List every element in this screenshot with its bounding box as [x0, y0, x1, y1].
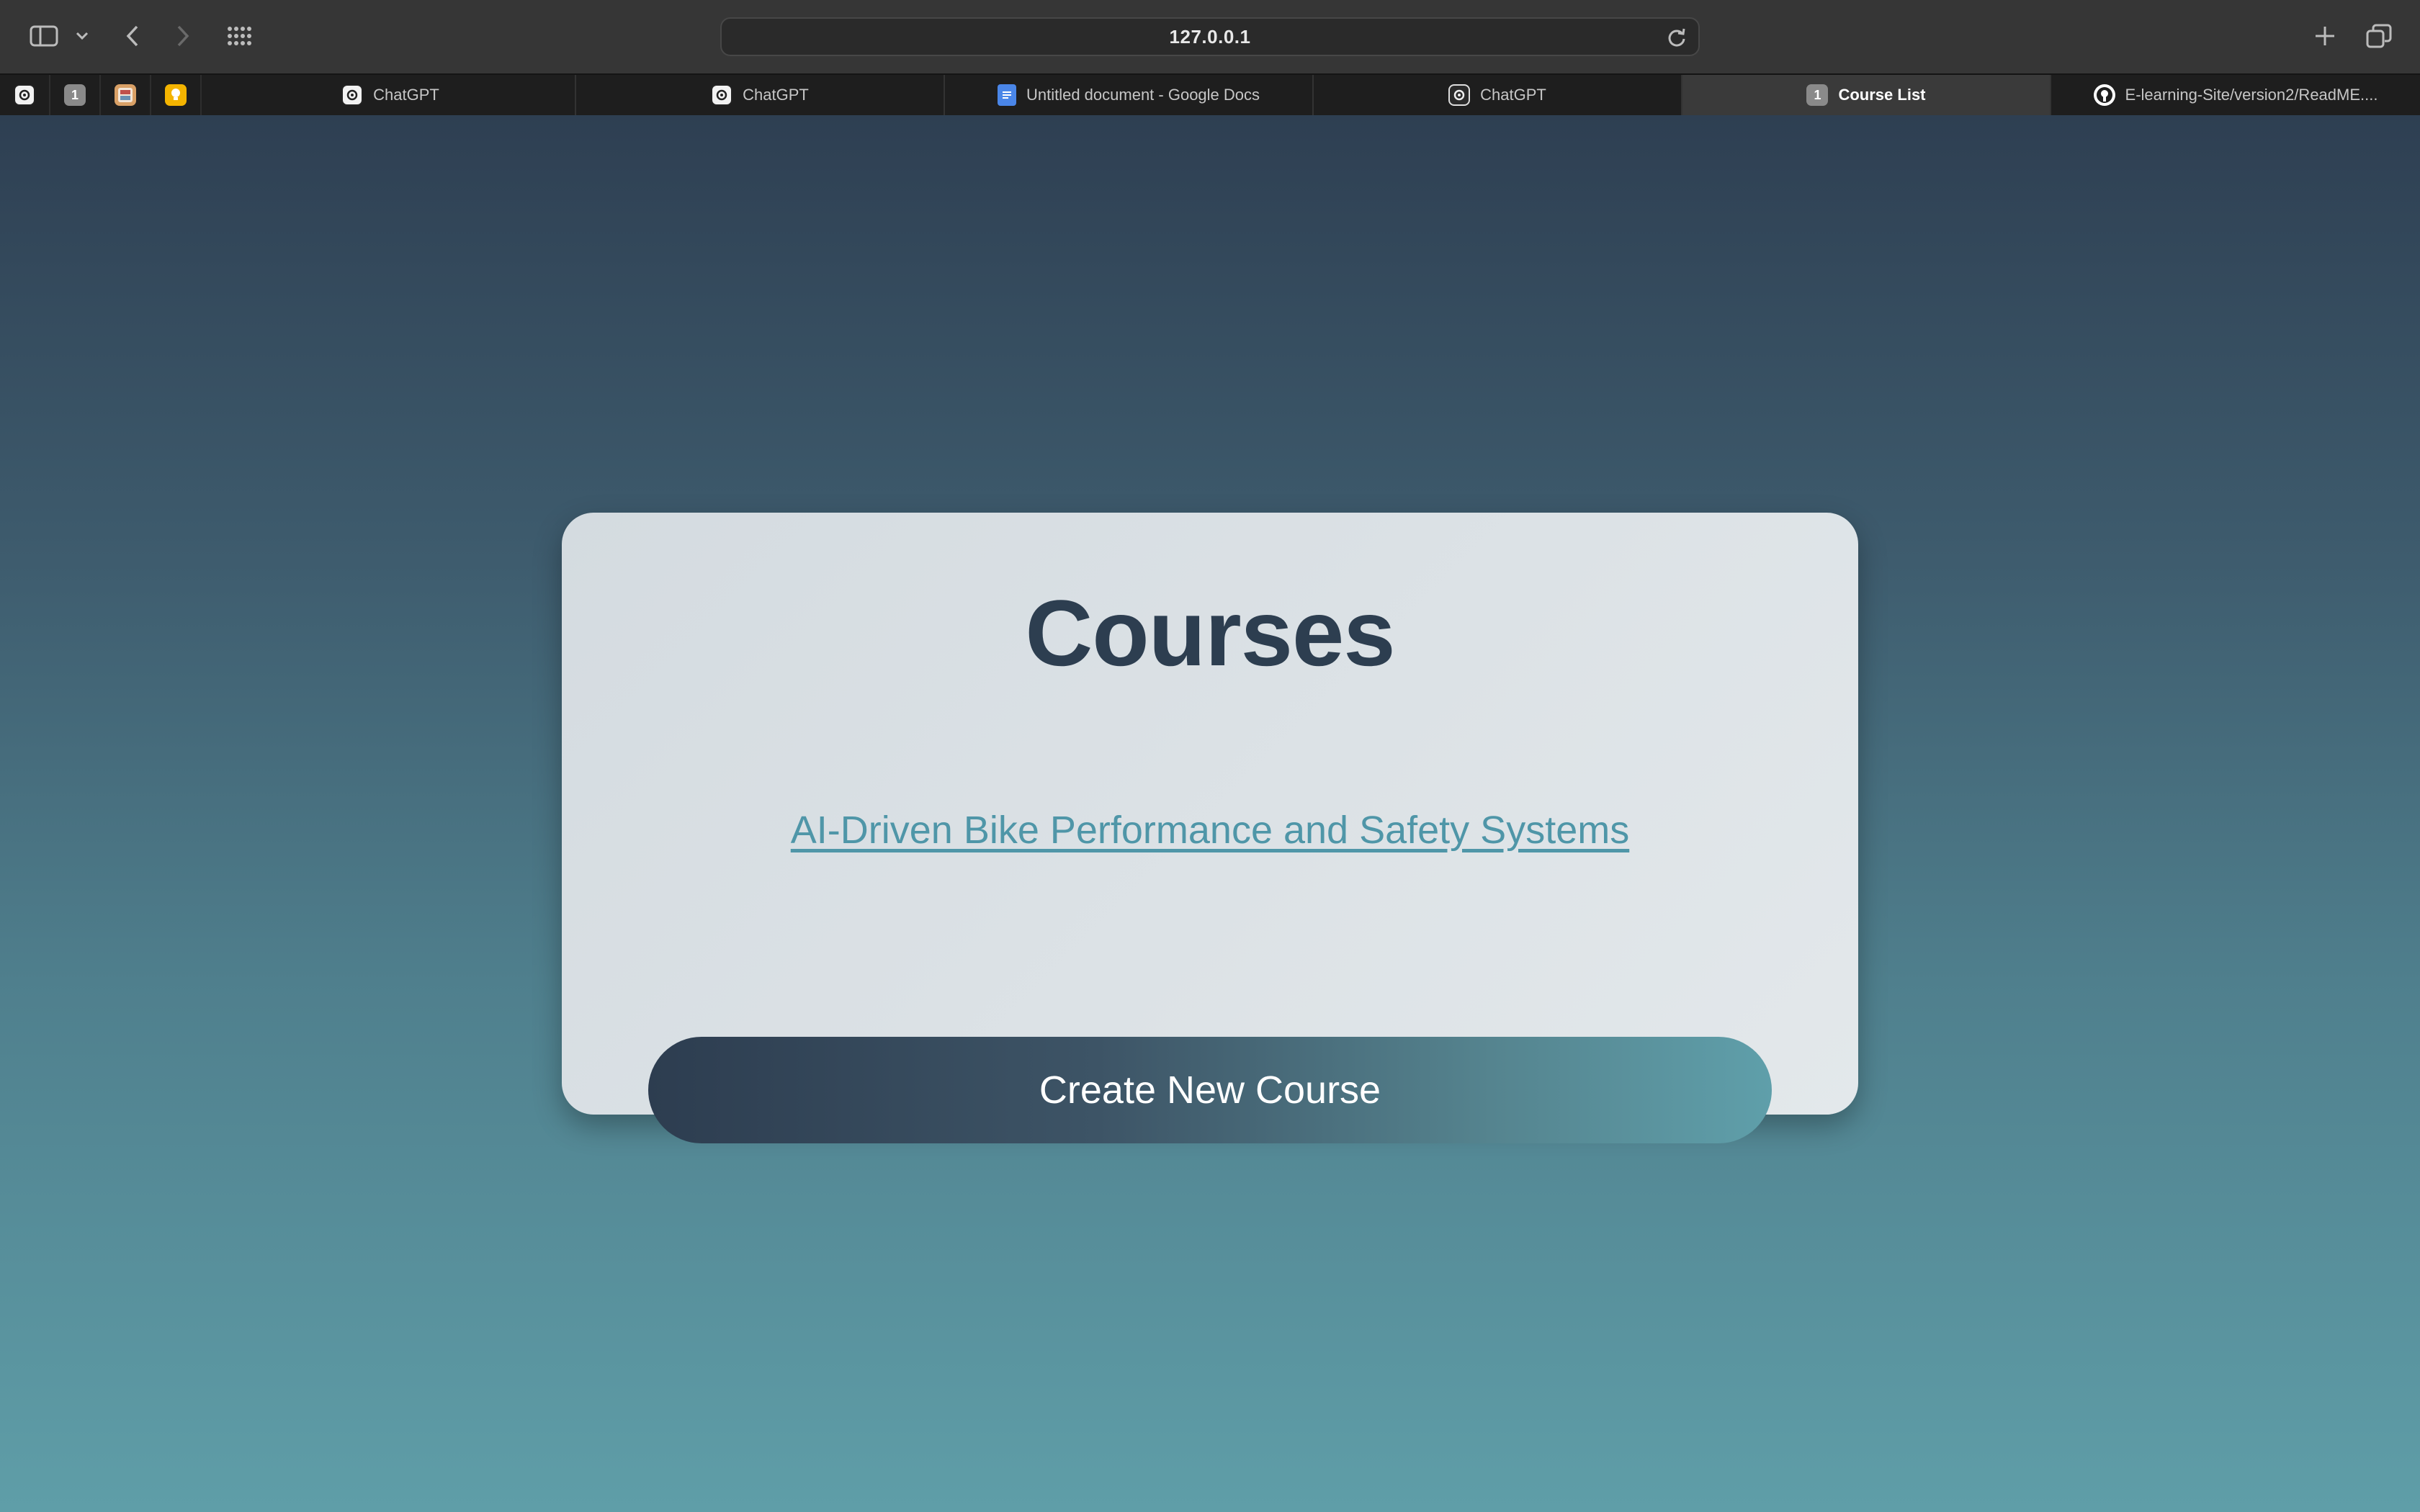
chatgpt-icon [341, 84, 364, 106]
tab-overview-grid-icon[interactable] [225, 23, 255, 49]
address-url: 127.0.0.1 [1169, 25, 1251, 48]
github-icon [2093, 84, 2115, 106]
tab-course-list[interactable]: 1 Course List [1682, 75, 2051, 115]
chevron-down-icon[interactable] [72, 26, 92, 46]
number-one-icon: 1 [1806, 84, 1829, 106]
create-new-course-button[interactable]: Create New Course [648, 1037, 1772, 1143]
pinned-tab-chatgpt[interactable] [0, 75, 50, 115]
pinned-tab-image[interactable] [101, 75, 151, 115]
tab-github-readme[interactable]: E-learning-Site/version2/ReadME.... [2051, 75, 2420, 115]
courses-card: Courses AI-Driven Bike Performance and S… [562, 513, 1858, 1143]
tab-chatgpt-2[interactable]: ChatGPT [576, 75, 945, 115]
forward-arrow-icon[interactable] [170, 22, 196, 50]
back-arrow-icon[interactable] [120, 22, 145, 50]
page-title: Courses [1025, 580, 1395, 685]
image-icon [115, 84, 136, 106]
google-docs-icon [997, 84, 1016, 106]
tab-google-docs[interactable]: Untitled document - Google Docs [945, 75, 1314, 115]
new-tab-plus-icon[interactable] [2311, 22, 2339, 50]
tab-label: ChatGPT [743, 86, 809, 104]
sidebar-toggle-icon[interactable] [27, 23, 60, 49]
chatgpt-icon [14, 84, 35, 106]
chatgpt-icon [711, 84, 733, 106]
tab-label: E-learning-Site/version2/ReadME.... [2125, 86, 2378, 104]
pinned-tab-badge[interactable]: 1 [50, 75, 101, 115]
address-bar[interactable]: 127.0.0.1 [720, 17, 1700, 56]
reload-icon[interactable] [1667, 27, 1687, 51]
course-link[interactable]: AI-Driven Bike Performance and Safety Sy… [562, 808, 1858, 852]
tab-bar: 1 ChatGPT ChatGPT Untitled document - Go… [0, 73, 2420, 115]
tab-label: ChatGPT [1480, 86, 1546, 104]
page-background: Courses AI-Driven Bike Performance and S… [0, 115, 2420, 1512]
tab-chatgpt-1[interactable]: ChatGPT [206, 75, 576, 115]
chatgpt-icon [1448, 84, 1471, 106]
tab-chatgpt-3[interactable]: ChatGPT [1314, 75, 1682, 115]
pinned-tab-bulb[interactable] [151, 75, 202, 115]
tab-label: Untitled document - Google Docs [1026, 86, 1260, 104]
browser-toolbar: 127.0.0.1 [0, 0, 2420, 73]
tab-label: ChatGPT [373, 86, 439, 104]
tab-label: Course List [1838, 86, 1926, 104]
number-one-icon: 1 [64, 84, 86, 106]
show-all-tabs-icon[interactable] [2364, 22, 2394, 50]
lightbulb-icon [165, 84, 187, 106]
